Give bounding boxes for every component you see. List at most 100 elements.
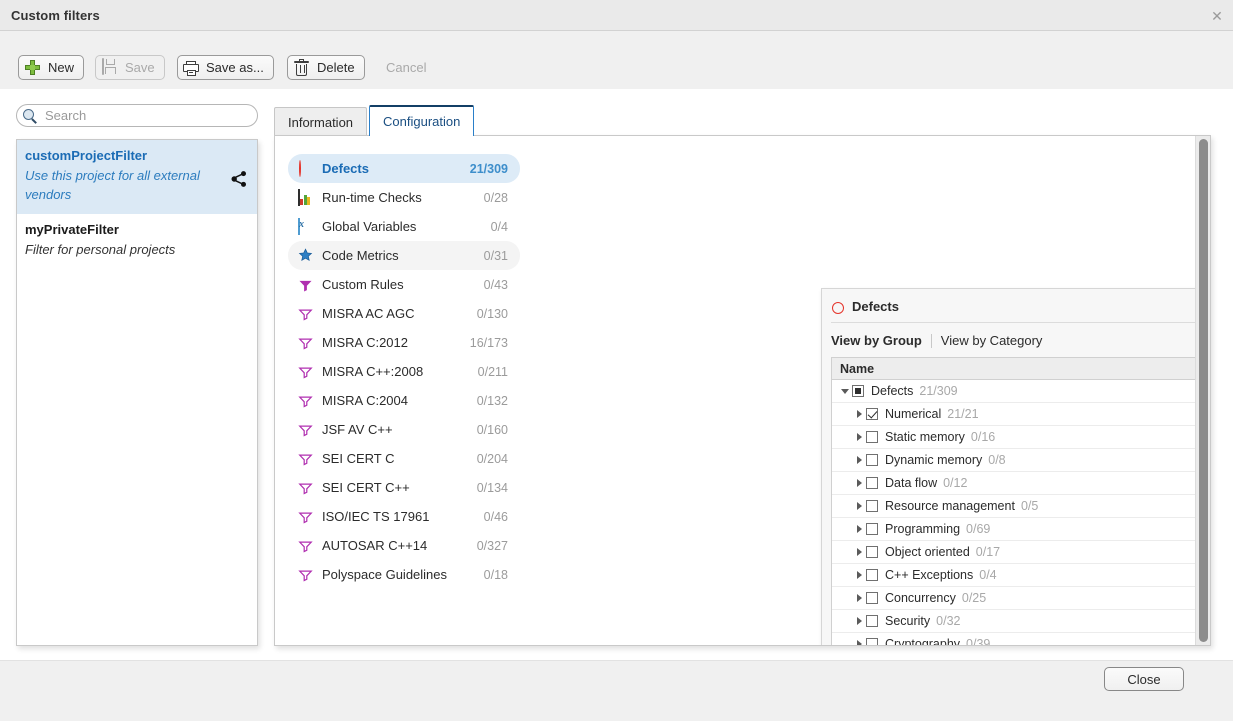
expand-arrow-icon[interactable] (857, 502, 862, 510)
expand-arrow-icon[interactable] (857, 433, 862, 441)
collapse-arrow-icon[interactable] (841, 389, 849, 394)
tab-information[interactable]: Information (274, 107, 367, 136)
family-row-defects[interactable]: Defects21/309 (288, 154, 520, 183)
row-checkbox[interactable] (852, 385, 864, 397)
close-button[interactable]: Close (1104, 667, 1184, 691)
result-family-list: Defects21/309Run-time Checks0/28xGlobal … (288, 154, 520, 589)
cancel-button[interactable]: Cancel (375, 55, 437, 80)
view-by-category-link[interactable]: View by Category (941, 333, 1043, 348)
expand-arrow-icon[interactable] (857, 571, 862, 579)
row-label: Numerical (885, 407, 941, 421)
row-name-cell: Defects21/309 (832, 380, 1211, 403)
table-row[interactable]: Object oriented0/17– (832, 541, 1211, 564)
view-by-group-link[interactable]: View by Group (831, 333, 922, 348)
expand-arrow-icon[interactable] (857, 640, 862, 646)
table-row[interactable]: Numerical21/21– (832, 403, 1211, 426)
expand-arrow-icon[interactable] (857, 548, 862, 556)
star-icon (298, 248, 313, 263)
row-label: Resource management (885, 499, 1015, 513)
expand-arrow-icon[interactable] (857, 456, 862, 464)
row-twisty[interactable] (852, 610, 866, 633)
table-row[interactable]: Programming0/69– (832, 518, 1211, 541)
table-row[interactable]: Security0/32– (832, 610, 1211, 633)
tab-bar: Information Configuration (274, 104, 476, 136)
row-twisty[interactable] (852, 426, 866, 449)
expand-arrow-icon[interactable] (857, 410, 862, 418)
row-twisty[interactable] (838, 380, 852, 403)
family-row-misra-c-2012[interactable]: MISRA C:201216/173 (288, 328, 520, 357)
family-count: 16/173 (470, 336, 508, 350)
row-checkbox[interactable] (866, 500, 878, 512)
row-twisty[interactable] (852, 403, 866, 426)
expand-arrow-icon[interactable] (857, 617, 862, 625)
row-twisty[interactable] (852, 541, 866, 564)
row-checkbox[interactable] (866, 569, 878, 581)
row-name-cell: Security0/32 (832, 610, 1211, 633)
row-name-cell: Cryptography0/39 (832, 633, 1211, 647)
close-icon[interactable]: ✕ (1207, 6, 1227, 26)
row-twisty[interactable] (852, 472, 866, 495)
family-row-autosar-c-14[interactable]: AUTOSAR C++140/327 (288, 531, 520, 560)
table-row[interactable]: Data flow0/12– (832, 472, 1211, 495)
row-checkbox[interactable] (866, 546, 878, 558)
row-twisty[interactable] (852, 518, 866, 541)
content-scrollbar[interactable] (1195, 136, 1210, 645)
expand-arrow-icon[interactable] (857, 594, 862, 602)
row-checkbox[interactable] (866, 408, 878, 420)
row-checkbox[interactable] (866, 523, 878, 535)
expand-arrow-icon[interactable] (857, 479, 862, 487)
row-twisty[interactable] (852, 633, 866, 647)
family-row-misra-c-2004[interactable]: MISRA C:20040/132 (288, 386, 520, 415)
family-count: 0/18 (484, 568, 508, 582)
row-checkbox[interactable] (866, 431, 878, 443)
row-checkbox[interactable] (866, 615, 878, 627)
new-button-label: New (48, 60, 74, 75)
row-twisty[interactable] (852, 495, 866, 518)
content-scrollbar-thumb[interactable] (1199, 139, 1208, 642)
filter-list-item-customprojectfilter[interactable]: customProjectFilter Use this project for… (17, 140, 257, 214)
table-row[interactable]: Concurrency0/25– (832, 587, 1211, 610)
table-row[interactable]: Cryptography0/39– (832, 633, 1211, 646)
family-row-misra-c-2008[interactable]: MISRA C++:20080/211 (288, 357, 520, 386)
row-checkbox[interactable] (866, 477, 878, 489)
row-twisty[interactable] (852, 587, 866, 610)
filter-list-item-myprivatefilter[interactable]: myPrivateFilter Filter for personal proj… (17, 214, 257, 269)
family-row-code-metrics[interactable]: Code Metrics0/31 (288, 241, 520, 270)
row-checkbox[interactable] (866, 638, 878, 646)
row-name-cell: Dynamic memory0/8 (832, 449, 1211, 472)
table-row[interactable]: Resource management0/5– (832, 495, 1211, 518)
new-button[interactable]: New (18, 55, 84, 80)
share-icon[interactable] (230, 170, 248, 188)
family-row-custom-rules[interactable]: Custom Rules0/43 (288, 270, 520, 299)
filter-description: Filter for personal projects (25, 240, 247, 259)
expand-arrow-icon[interactable] (857, 525, 862, 533)
tab-configuration[interactable]: Configuration (369, 105, 474, 136)
table-row[interactable]: Static memory0/16– (832, 426, 1211, 449)
defects-tree-table: Name Category Defects21/309–Numerical21/… (831, 357, 1211, 646)
search-box[interactable] (16, 104, 258, 127)
family-row-sei-cert-c[interactable]: SEI CERT C++0/134 (288, 473, 520, 502)
row-count: 0/4 (979, 568, 996, 582)
delete-button[interactable]: Delete (287, 55, 365, 80)
family-label: Run-time Checks (322, 190, 484, 205)
family-row-global-variables[interactable]: xGlobal Variables0/4 (288, 212, 520, 241)
save-button[interactable]: Save (95, 55, 165, 80)
row-checkbox[interactable] (866, 454, 878, 466)
search-input[interactable] (43, 107, 243, 124)
column-header-name[interactable]: Name (832, 358, 1211, 380)
family-row-run-time-checks[interactable]: Run-time Checks0/28 (288, 183, 520, 212)
family-count: 0/130 (477, 307, 508, 321)
table-row[interactable]: Defects21/309– (832, 380, 1211, 403)
family-row-iso-iec-ts-17961[interactable]: ISO/IEC TS 179610/46 (288, 502, 520, 531)
table-row[interactable]: C++ Exceptions0/4– (832, 564, 1211, 587)
row-twisty[interactable] (852, 449, 866, 472)
family-row-jsf-av-c[interactable]: JSF AV C++0/160 (288, 415, 520, 444)
save-as-button[interactable]: Save as... (177, 55, 274, 80)
filter-description: Use this project for all external vendor… (25, 166, 247, 204)
family-row-misra-ac-agc[interactable]: MISRA AC AGC0/130 (288, 299, 520, 328)
family-row-polyspace-guidelines[interactable]: Polyspace Guidelines0/18 (288, 560, 520, 589)
row-checkbox[interactable] (866, 592, 878, 604)
family-row-sei-cert-c[interactable]: SEI CERT C0/204 (288, 444, 520, 473)
table-row[interactable]: Dynamic memory0/8– (832, 449, 1211, 472)
row-twisty[interactable] (852, 564, 866, 587)
